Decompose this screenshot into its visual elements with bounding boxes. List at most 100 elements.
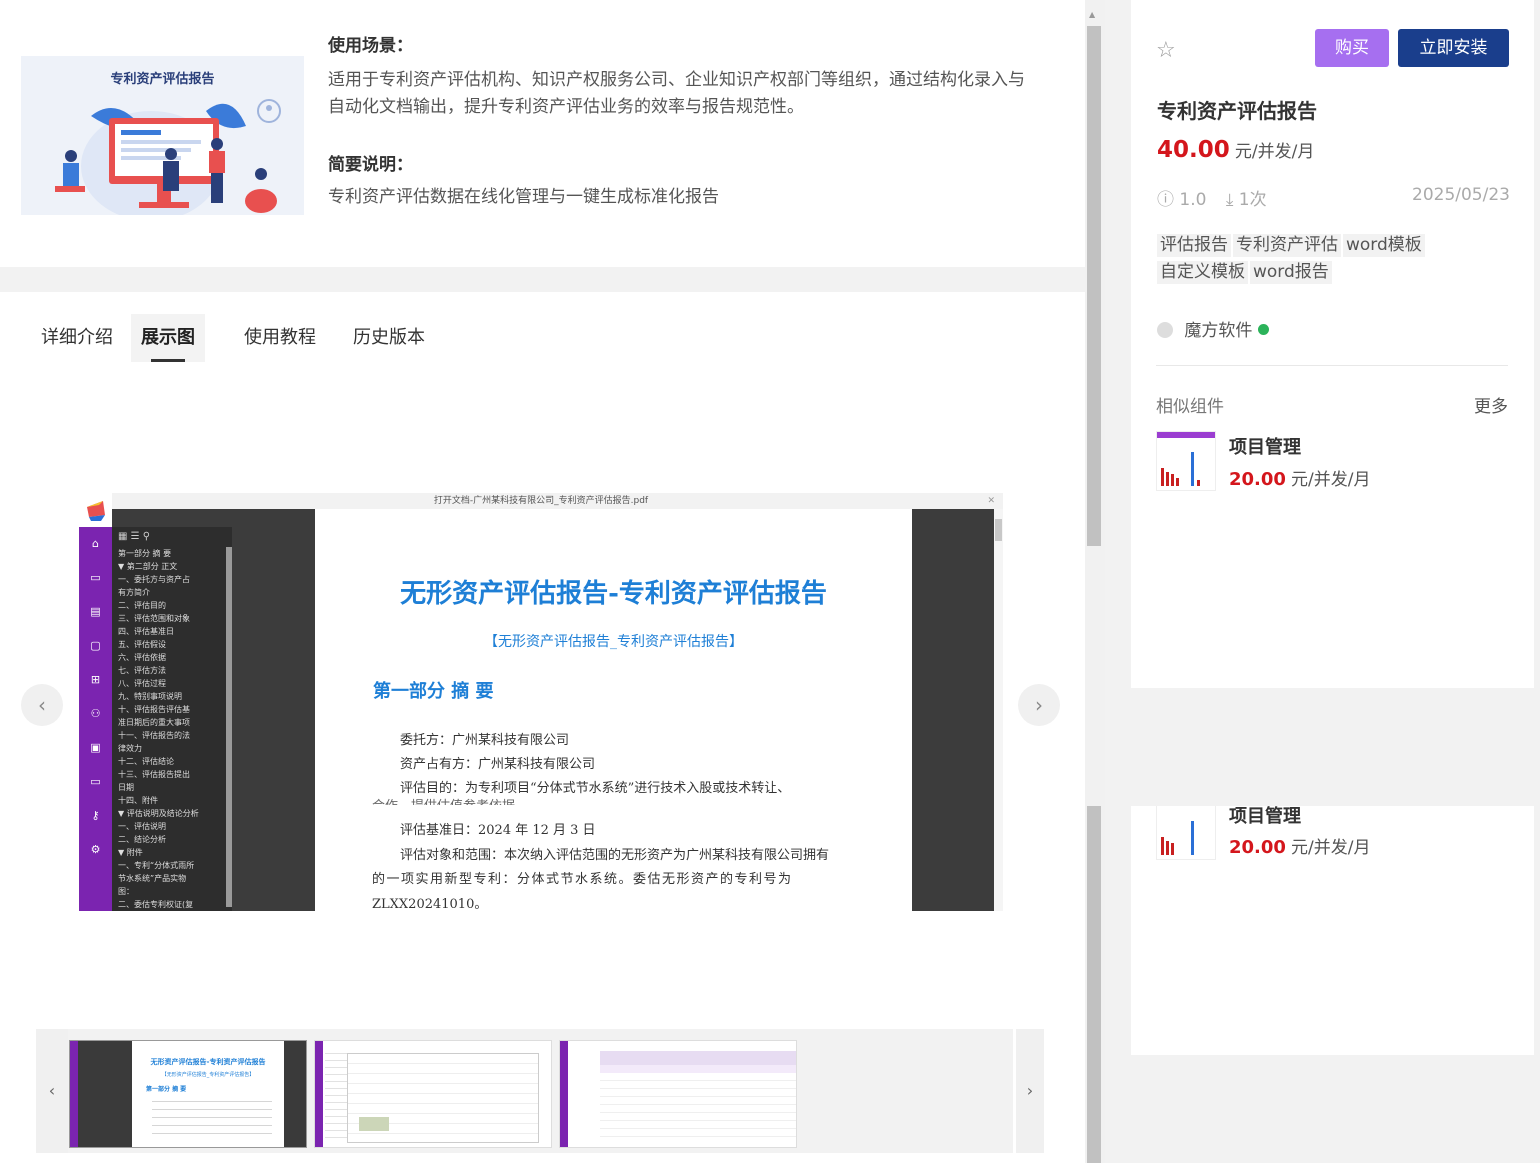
thumb-table-header — [600, 1051, 796, 1065]
similar-price-unit: 元/并发/月 — [1291, 470, 1371, 490]
tab-tutorial-label: 使用教程 — [244, 327, 316, 348]
tab-screenshots[interactable]: 展示图 — [131, 314, 205, 362]
tag[interactable]: 专利资产评估 — [1233, 234, 1341, 257]
outline-item[interactable]: ▼ 评估说明及结论分析 — [112, 807, 232, 820]
thumb-outline — [78, 1041, 132, 1147]
thumb-subtitle: 【无形资产评估报告_专利资产评估报告】 — [161, 1072, 255, 1078]
author[interactable]: 魔方软件 — [1157, 316, 1269, 341]
outline-item[interactable]: 三、评估范围和对象 — [112, 612, 232, 625]
thumb-rail — [70, 1041, 78, 1147]
thumbnail-next-button[interactable]: › — [1016, 1029, 1044, 1153]
carousel-next-button[interactable]: › — [1018, 684, 1060, 726]
install-button[interactable]: 立即安装 — [1398, 29, 1509, 67]
outline-item[interactable]: ▼ 附件 — [112, 846, 232, 859]
product-sidebar-ghost: 项目管理 20.00 元/并发/月 — [1131, 806, 1534, 1055]
scroll-up-arrow-icon[interactable]: ▲ — [1089, 10, 1095, 19]
outline-item[interactable]: 准日期后的重大事项 — [112, 716, 232, 729]
outline-scrollbar[interactable] — [226, 547, 232, 907]
viewer-titlebar: 打开文档-广州某科技有限公司_专利资产评估报告.pdf ✕ — [79, 493, 1003, 509]
outline-item[interactable]: 十一、评估报告的法 — [112, 729, 232, 742]
outline-item[interactable]: 有方简介 — [112, 586, 232, 599]
tag[interactable]: 自定义模板 — [1157, 261, 1248, 284]
page-scrollbar[interactable]: ▲ — [1085, 0, 1105, 1163]
divider — [1156, 365, 1508, 366]
price-value: 40.00 — [1157, 137, 1230, 163]
download-count: 1次 — [1238, 190, 1267, 210]
outline-item[interactable]: 二、委估专利权证(复 — [112, 898, 232, 911]
outline-item[interactable]: 九、特别事项说明 — [112, 690, 232, 703]
thumbnail-3[interactable] — [559, 1040, 797, 1148]
document-page: 无形资产评估报告-专利资产评估报告 【无形资产评估报告_专利资产评估报告】 第一… — [315, 509, 912, 911]
price-unit: 元/并发/月 — [1234, 142, 1315, 162]
hero-people-illustration — [55, 99, 281, 215]
outline-item[interactable]: 十二、评估结论 — [112, 755, 232, 768]
outline-item[interactable]: 节水系统”产品实物 — [112, 872, 232, 885]
thumb-table-body — [600, 1073, 796, 1137]
outline-item[interactable]: 十四、附件 — [112, 794, 232, 807]
thumbnail-prev-button[interactable]: ‹ — [36, 1029, 68, 1153]
viewer-outline-panel: ▦ ☰ ⚲ 第一部分 摘 要 ▼ 第二部分 正文 一、委托方与资产占 有方简介 二… — [112, 527, 232, 911]
viewer-scroll-thumb[interactable] — [995, 519, 1002, 541]
tag[interactable]: word报告 — [1250, 261, 1332, 284]
outline-item[interactable]: 六、评估依据 — [112, 651, 232, 664]
home-icon: ⌂ — [92, 537, 99, 550]
viewer-title: 打开文档-广州某科技有限公司_专利资产评估报告.pdf — [433, 496, 649, 506]
publish-date: 2025/05/23 — [1412, 185, 1510, 205]
tab-tutorial[interactable]: 使用教程 — [234, 314, 326, 362]
attachment-icon: ⚲ — [142, 531, 151, 542]
app-logo — [79, 493, 112, 527]
outline-item[interactable]: 二、评估目的 — [112, 599, 232, 612]
outline-item[interactable]: ▼ 第二部分 正文 — [112, 560, 232, 573]
chevron-right-icon: › — [1026, 1081, 1034, 1100]
thumbnail-2[interactable] — [314, 1040, 552, 1148]
thumbnail-1[interactable]: 无形资产评估报告-专利资产评估报告 【无形资产评估报告_专利资产评估报告】 第一… — [69, 1040, 307, 1148]
thumb-rail — [560, 1041, 568, 1147]
box-icon: ▣ — [90, 741, 101, 754]
outline-item[interactable]: 四、评估基准日 — [112, 625, 232, 638]
outline-item[interactable]: 八、评估过程 — [112, 677, 232, 690]
outline-item[interactable]: 二、结论分析 — [112, 833, 232, 846]
doc-line: ZLXX20241010。 — [372, 897, 488, 911]
thumb-text-lines — [152, 1097, 272, 1141]
outline-item[interactable]: 十三、评估报告提出 — [112, 768, 232, 781]
outline-item[interactable]: 日期 — [112, 781, 232, 794]
thumb-rail — [315, 1041, 323, 1147]
outline-item[interactable]: 五、评估假设 — [112, 638, 232, 651]
tag[interactable]: word模板 — [1343, 234, 1425, 257]
carousel-prev-button[interactable]: ‹ — [21, 684, 63, 726]
similar-item[interactable]: 项目管理 20.00 元/并发/月 — [1156, 431, 1508, 491]
more-link[interactable]: 更多 — [1474, 392, 1508, 417]
tab-details-label: 详细介绍 — [41, 327, 113, 348]
image-icon: ▭ — [90, 571, 101, 584]
chevron-left-icon: ‹ — [38, 693, 46, 717]
list-icon: ☰ — [130, 531, 140, 542]
viewer-scrollbar[interactable] — [994, 509, 1003, 911]
product-meta: ⓘ 1.0 ⤓ 1次 — [1157, 185, 1267, 210]
outline-item[interactable]: 一、评估说明 — [112, 820, 232, 833]
outline-toolbar: ▦ ☰ ⚲ — [112, 527, 232, 547]
similar-item-thumbnail — [1156, 806, 1216, 860]
key-icon: ⚷ — [91, 809, 100, 822]
outline-item[interactable]: 图： — [112, 885, 232, 898]
buy-button[interactable]: 购买 — [1315, 29, 1389, 67]
download-icon: ⤓ — [1225, 190, 1234, 210]
scenario-text-line1: 适用于专利资产评估机构、知识产权服务公司、企业知识产权部门等组织，通过结构化录入… — [328, 70, 1025, 90]
grid-icon: ▦ — [118, 531, 128, 542]
outline-item[interactable]: 七、评估方法 — [112, 664, 232, 677]
similar-item-name: 项目管理 — [1229, 437, 1301, 458]
outline-item[interactable]: 第一部分 摘 要 — [112, 547, 232, 560]
tag[interactable]: 评估报告 — [1157, 234, 1231, 257]
outline-item[interactable]: 一、专利“分体式雨所 — [112, 859, 232, 872]
document-subtitle: 【无形资产评估报告_专利资产评估报告】 — [484, 634, 743, 650]
share-icon: ⚇ — [90, 707, 101, 720]
outline-item[interactable]: 律效力 — [112, 742, 232, 755]
tab-history[interactable]: 历史版本 — [343, 314, 435, 362]
outline-item[interactable]: 十、评估报告评估基 — [112, 703, 232, 716]
similar-item-price: 20.00 元/并发/月 — [1229, 833, 1371, 858]
page-scroll-thumb[interactable] — [1087, 26, 1101, 546]
outline-item[interactable]: 一、委托方与资产占 — [112, 573, 232, 586]
star-favorite-icon[interactable]: ☆ — [1156, 38, 1176, 63]
verified-icon — [1257, 324, 1269, 335]
document-title: 无形资产评估报告-专利资产评估报告 — [400, 579, 827, 609]
tab-details[interactable]: 详细介绍 — [31, 314, 123, 362]
